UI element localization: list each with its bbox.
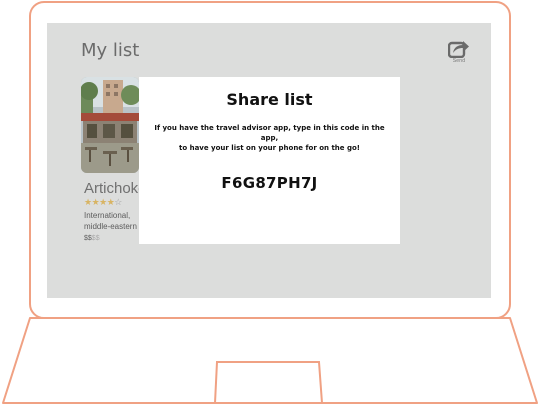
app-screen: My list Send Artichoke ★★★★☆ Internation… — [47, 23, 491, 298]
restaurant-photo — [81, 77, 139, 173]
send-label: Send — [452, 58, 466, 64]
page-title: My list — [81, 40, 140, 61]
restaurant-name: Artichoke — [84, 180, 147, 197]
rating-stars: ★★★★☆ — [84, 197, 122, 208]
price-level: $$$$ — [84, 235, 100, 242]
share-arrow-icon — [448, 41, 469, 58]
dialog-title: Share list — [226, 90, 313, 109]
dialog-message: If you have the travel advisor app, type… — [150, 123, 390, 153]
price-active: $$ — [84, 235, 92, 242]
share-code[interactable]: F6G87PH7J — [139, 174, 400, 192]
rating-empty: ☆ — [114, 197, 122, 207]
send-button[interactable]: Send — [446, 38, 472, 68]
dialog-message-line1: If you have the travel advisor app, type… — [154, 124, 385, 142]
price-inactive: $$ — [91, 235, 100, 242]
share-list-dialog: Share list If you have the travel adviso… — [139, 77, 400, 244]
rating-filled: ★★★★ — [84, 197, 115, 207]
dialog-message-line2: to have your list on your phone for on t… — [179, 144, 360, 152]
